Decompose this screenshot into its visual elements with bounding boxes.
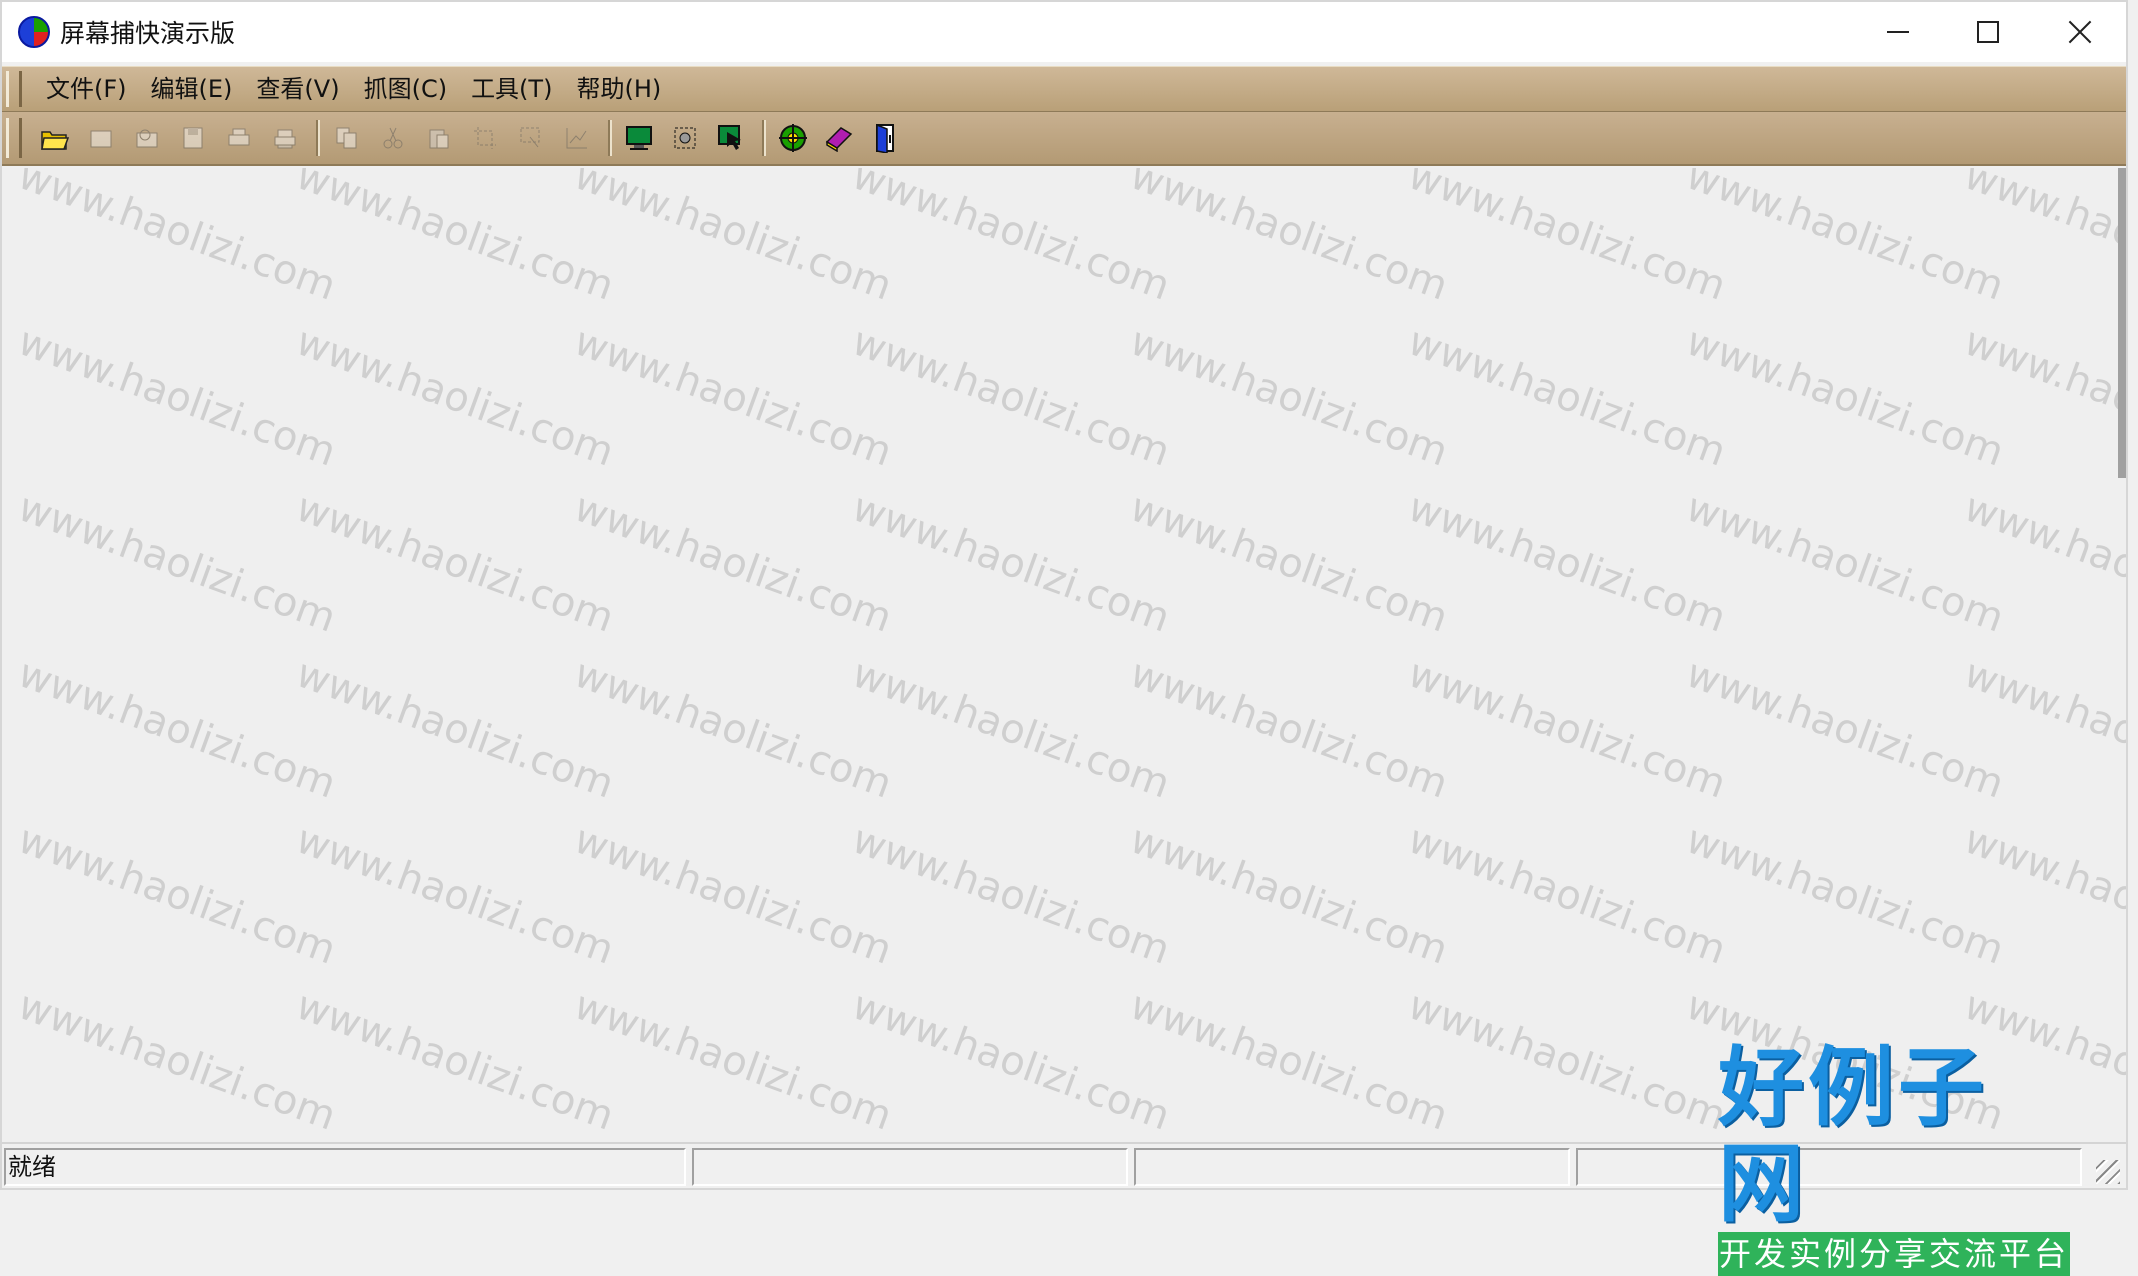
watermark-text: www.haolizi.com xyxy=(1680,318,2010,476)
watermark-text: www.haolizi.com xyxy=(846,484,1176,642)
maximize-icon xyxy=(1977,21,1999,43)
menu-help[interactable]: 帮助(H) xyxy=(564,70,673,108)
brand-main-text: 好例子网 xyxy=(1718,1037,1988,1234)
monitor-icon[interactable] xyxy=(622,121,656,155)
maximize-button[interactable] xyxy=(1942,2,2034,62)
copy-icon[interactable] xyxy=(330,121,364,155)
watermark-text: www.haolizi.com xyxy=(1402,982,1732,1140)
watermark-text: www.haolizi.com xyxy=(568,484,898,642)
brand-sub-text: 开发实例分享交流平台 xyxy=(1718,1232,2070,1276)
chart-icon[interactable] xyxy=(560,121,594,155)
watermark-text: www.haolizi.com xyxy=(846,650,1176,808)
watermark-text: www.haolizi.com xyxy=(290,318,620,476)
toolbar-grip[interactable] xyxy=(6,118,22,158)
menu-capture[interactable]: 抓图(C) xyxy=(352,70,459,108)
watermark-text: www.haolizi.com xyxy=(1124,650,1454,808)
watermark-text: www.haolizi.com xyxy=(568,982,898,1140)
toolbar-separator xyxy=(316,120,320,156)
watermark-text: www.haolizi.com xyxy=(12,816,342,974)
watermark-text: www.haolizi.com xyxy=(290,982,620,1140)
window-title: 屏幕捕快演示版 xyxy=(60,19,236,48)
app-logo-icon[interactable] xyxy=(18,16,50,48)
client-area[interactable]: www.haolizi.com www.haolizi.com www.haoliz… xyxy=(2,168,2126,1144)
minimize-icon xyxy=(1887,31,1909,33)
site-brand-logo: 好例子网 开发实例分享交流平台 xyxy=(1718,1040,2070,1276)
close-button[interactable] xyxy=(2034,2,2126,62)
watermark-text: www.haolizi.com xyxy=(568,650,898,808)
toolbar-separator xyxy=(762,120,766,156)
toolbar xyxy=(2,112,2126,166)
minimize-button[interactable] xyxy=(1852,2,1944,62)
watermark-text: www.haolizi.com xyxy=(12,318,342,476)
watermark-text: www.haolizi.com xyxy=(12,484,342,642)
app-window: 屏幕捕快演示版 文件(F) 编辑(E) 查看(V) 抓图(C) 工具(T) 帮助… xyxy=(0,0,2128,1190)
watermark-text: www.haolizi.com xyxy=(290,484,620,642)
size-grip[interactable] xyxy=(2096,1160,2120,1184)
watermark-text: www.haolizi.com xyxy=(846,318,1176,476)
print-setup-icon[interactable] xyxy=(222,121,256,155)
watermark-text: www.haolizi.com xyxy=(1402,650,1732,808)
watermark-text: www.haolizi.com xyxy=(1402,816,1732,974)
capture-object-icon[interactable] xyxy=(668,121,702,155)
title-bar[interactable]: 屏幕捕快演示版 xyxy=(2,2,2126,62)
new-icon[interactable] xyxy=(84,121,118,155)
print-icon[interactable] xyxy=(268,121,302,155)
status-pane-3 xyxy=(1134,1148,1570,1186)
print-preview-icon[interactable] xyxy=(130,121,164,155)
close-icon xyxy=(2068,20,2092,44)
watermark-text: www.haolizi.com xyxy=(12,650,342,808)
menu-view[interactable]: 查看(V) xyxy=(244,70,351,108)
watermark-text: www.haolizi.com xyxy=(846,982,1176,1140)
menu-tools[interactable]: 工具(T) xyxy=(459,70,564,108)
menu-edit[interactable]: 编辑(E) xyxy=(139,70,245,108)
exit-door-icon[interactable] xyxy=(868,121,902,155)
toolbar-separator xyxy=(608,120,612,156)
watermark-text: www.haolizi.com xyxy=(846,816,1176,974)
paste-icon[interactable] xyxy=(422,121,456,155)
menubar-grip[interactable] xyxy=(6,71,22,107)
capture-arrow-icon[interactable] xyxy=(714,121,748,155)
watermark-text: www.haolizi.com xyxy=(568,318,898,476)
scrollbar-thumb[interactable] xyxy=(2118,168,2126,478)
target-icon[interactable] xyxy=(776,121,810,155)
menu-file[interactable]: 文件(F) xyxy=(34,70,139,108)
watermark-text: www.haolizi.com xyxy=(568,816,898,974)
watermark-text: www.haolizi.com xyxy=(1680,650,2010,808)
watermark-text: www.haolizi.com xyxy=(1124,982,1454,1140)
select-region-icon[interactable] xyxy=(514,121,548,155)
crop-icon[interactable] xyxy=(468,121,502,155)
watermark-text: www.haolizi.com xyxy=(290,650,620,808)
watermark-text: www.haolizi.com xyxy=(12,982,342,1140)
watermark-text: www.haolizi.com xyxy=(290,816,620,974)
menu-bar: 文件(F) 编辑(E) 查看(V) 抓图(C) 工具(T) 帮助(H) xyxy=(2,66,2126,112)
watermark-text: www.haolizi.com xyxy=(1124,318,1454,476)
status-pane-2 xyxy=(692,1148,1128,1186)
watermark-text: www.haolizi.com xyxy=(1124,816,1454,974)
status-pane-ready: 就绪 xyxy=(4,1148,686,1186)
watermark-text: www.haolizi.com xyxy=(1680,816,2010,974)
open-folder-icon[interactable] xyxy=(38,121,72,155)
watermark-text: www.haolizi.com xyxy=(1402,318,1732,476)
watermark-text: www.haolizi.com xyxy=(1124,484,1454,642)
cut-icon[interactable] xyxy=(376,121,410,155)
book-icon[interactable] xyxy=(822,121,856,155)
watermark-text: www.haolizi.com xyxy=(1402,484,1732,642)
save-icon[interactable] xyxy=(176,121,210,155)
watermark-text: www.haolizi.com xyxy=(1680,484,2010,642)
